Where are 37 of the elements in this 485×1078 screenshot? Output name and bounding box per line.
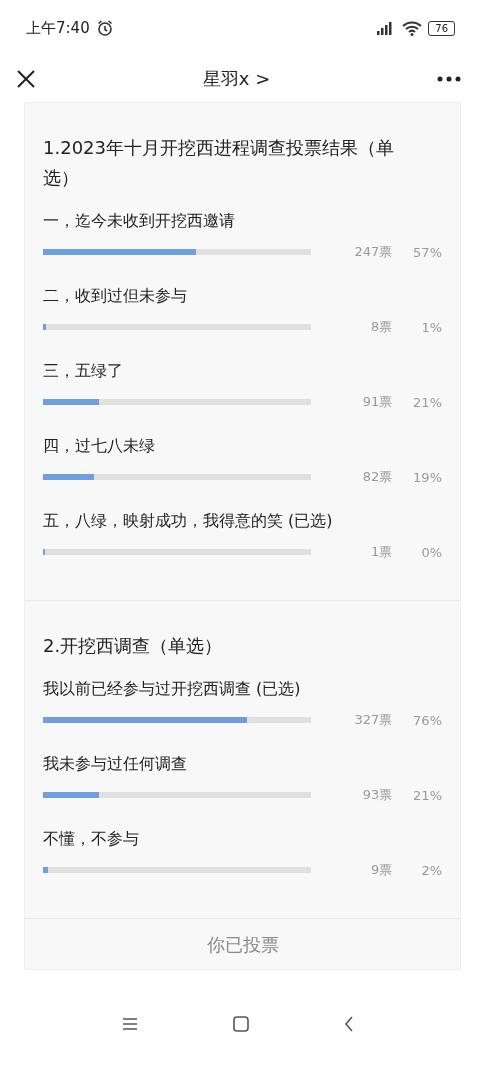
account-title[interactable]: 星羽x > bbox=[202, 67, 271, 91]
wifi-icon bbox=[402, 20, 423, 36]
back-icon[interactable] bbox=[343, 1016, 354, 1032]
status-time: 上午7:40 bbox=[26, 18, 90, 38]
question-title: 1.2023年十月开挖西进程调查投票结果（单选） bbox=[43, 136, 395, 190]
vote-percent: 76% bbox=[412, 712, 442, 728]
vote-count: 247票 bbox=[353, 243, 393, 261]
menu-icon[interactable] bbox=[121, 1017, 138, 1031]
option-label: 我未参与过任何调查 bbox=[43, 753, 188, 775]
option-label: 我以前已经参与过开挖西调查 (已选) bbox=[43, 678, 302, 700]
option-label: 三，五绿了 bbox=[43, 360, 124, 382]
vote-count: 93票 bbox=[361, 786, 393, 804]
option-label: 四，过七八未绿 bbox=[43, 435, 156, 457]
vote-percent: 21% bbox=[412, 394, 442, 410]
vote-count: 82票 bbox=[361, 468, 393, 486]
option-label: 二，收到过但未参与 bbox=[43, 285, 188, 307]
option-label: 一，迄今未收到开挖西邀请 bbox=[43, 210, 236, 232]
vote-count: 91票 bbox=[361, 393, 393, 411]
vote-percent: 0% bbox=[420, 544, 442, 560]
battery-indicator: 76 bbox=[428, 20, 455, 36]
vote-percent: 57% bbox=[412, 244, 442, 260]
question-title: 2.开挖西调查（单选） bbox=[43, 634, 224, 658]
home-icon[interactable] bbox=[232, 1016, 249, 1032]
vote-count: 8票 bbox=[370, 318, 393, 336]
voted-notice: 你已投票 bbox=[205, 933, 280, 957]
vote-percent: 1% bbox=[420, 319, 442, 335]
alarm-clock-icon bbox=[95, 19, 114, 37]
vote-count: 9票 bbox=[370, 861, 393, 879]
vote-percent: 2% bbox=[420, 862, 442, 878]
vote-count: 1票 bbox=[370, 543, 393, 561]
close-icon[interactable] bbox=[16, 69, 36, 89]
option-label: 五，八绿，映射成功，我得意的笑 (已选) bbox=[43, 510, 334, 532]
vote-percent: 19% bbox=[412, 469, 442, 485]
vote-percent: 21% bbox=[412, 787, 442, 803]
vote-count: 327票 bbox=[353, 711, 393, 729]
option-label: 不懂，不参与 bbox=[43, 828, 140, 850]
more-icon[interactable] bbox=[437, 76, 461, 82]
